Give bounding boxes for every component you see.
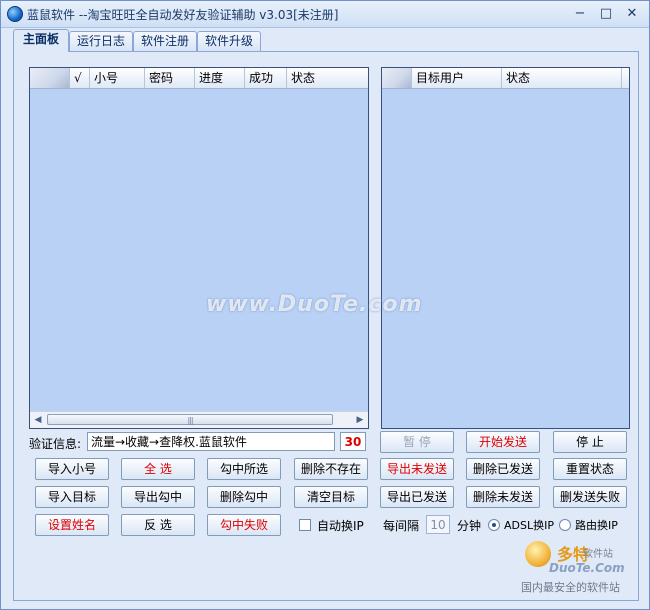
accounts-table-header: √ 小号 密码 进度 成功 状态: [30, 68, 368, 89]
set-name-button[interactable]: 设置姓名: [35, 514, 109, 536]
delete-send-failed-button[interactable]: 删发送失败: [553, 486, 627, 508]
check-selected-button[interactable]: 勾中所选: [207, 458, 281, 480]
delete-checked-button[interactable]: 删除勾中: [207, 486, 281, 508]
auto-ip-checkbox[interactable]: [299, 519, 311, 531]
column-success[interactable]: 成功: [245, 68, 287, 88]
adsl-radio[interactable]: [488, 519, 500, 531]
router-label: 路由换IP: [575, 519, 618, 532]
column-target-user[interactable]: 目标用户: [412, 68, 502, 88]
duote-corner-logo: 多特 软件站 DuoTe.Com 国内最安全的软件站: [519, 539, 649, 609]
column-progress[interactable]: 进度: [195, 68, 245, 88]
start-send-button[interactable]: 开始发送: [466, 431, 540, 453]
row-header-corner: [382, 68, 412, 88]
tab-run-log[interactable]: 运行日志: [69, 31, 133, 51]
watermark-text: www.DuoTe.com: [206, 292, 423, 317]
import-targets-button[interactable]: 导入目标: [35, 486, 109, 508]
close-button[interactable]: ✕: [621, 5, 643, 23]
minute-label: 分钟: [457, 519, 482, 533]
maximize-button[interactable]: □: [595, 5, 617, 23]
verify-info-label: 验证信息:: [29, 437, 82, 451]
check-failed-button[interactable]: 勾中失败: [207, 514, 281, 536]
stop-button[interactable]: 停 止: [553, 431, 627, 453]
window-title: 蓝鼠软件 --淘宝旺旺全自动发好友验证辅助 v3.03[未注册]: [27, 8, 339, 22]
column-check[interactable]: √: [70, 68, 90, 88]
select-all-button[interactable]: 全 选: [121, 458, 195, 480]
export-unsent-button[interactable]: 导出未发送: [380, 458, 454, 480]
column-account[interactable]: 小号: [90, 68, 145, 88]
column-status[interactable]: 状态: [287, 68, 368, 88]
logo-slogan-text: 国内最安全的软件站: [521, 581, 620, 594]
logo-ball-icon: [525, 541, 551, 567]
column-target-status[interactable]: 状态: [502, 68, 622, 88]
char-count: 30: [340, 432, 366, 451]
title-bar: 蓝鼠软件 --淘宝旺旺全自动发好友验证辅助 v3.03[未注册] − □ ✕: [1, 1, 649, 28]
verify-info-input[interactable]: 流量→收藏→查降权.蓝鼠软件: [87, 432, 335, 451]
scroll-right-icon[interactable]: ▶: [352, 412, 368, 428]
pause-button[interactable]: 暂 停: [380, 431, 454, 453]
clear-targets-button[interactable]: 清空目标: [294, 486, 368, 508]
delete-sent-button[interactable]: 删除已发送: [466, 458, 540, 480]
accounts-table[interactable]: √ 小号 密码 进度 成功 状态 ◀ ||| ▶: [29, 67, 369, 429]
app-logo-icon: [7, 6, 23, 22]
export-checked-button[interactable]: 导出勾中: [121, 486, 195, 508]
targets-table[interactable]: 目标用户 状态: [381, 67, 630, 429]
scroll-left-icon[interactable]: ◀: [30, 412, 46, 428]
import-accounts-button[interactable]: 导入小号: [35, 458, 109, 480]
scroll-thumb[interactable]: |||: [47, 414, 333, 425]
row-header-corner: [30, 68, 70, 88]
router-radio[interactable]: [559, 519, 571, 531]
minimize-button[interactable]: −: [569, 5, 591, 23]
auto-ip-label: 自动换IP: [317, 519, 364, 533]
logo-site-text: DuoTe.Com: [549, 561, 625, 575]
reset-status-button[interactable]: 重置状态: [553, 458, 627, 480]
interval-label: 每间隔: [383, 519, 420, 533]
targets-table-header: 目标用户 状态: [382, 68, 629, 89]
invert-select-button[interactable]: 反 选: [121, 514, 195, 536]
app-window: 蓝鼠软件 --淘宝旺旺全自动发好友验证辅助 v3.03[未注册] − □ ✕ 主…: [0, 0, 650, 610]
tab-main-panel[interactable]: 主面板: [13, 29, 69, 52]
accounts-table-hscrollbar[interactable]: ◀ ||| ▶: [30, 411, 368, 428]
column-password[interactable]: 密码: [145, 68, 195, 88]
delete-unsent-button[interactable]: 删除未发送: [466, 486, 540, 508]
tab-upgrade[interactable]: 软件升级: [197, 31, 261, 51]
logo-sub-text: 软件站: [583, 549, 613, 560]
adsl-label: ADSL换IP: [504, 519, 554, 532]
export-sent-button[interactable]: 导出已发送: [380, 486, 454, 508]
interval-input[interactable]: 10: [426, 515, 450, 534]
tab-register[interactable]: 软件注册: [133, 31, 197, 51]
delete-not-exist-button[interactable]: 删除不存在: [294, 458, 368, 480]
